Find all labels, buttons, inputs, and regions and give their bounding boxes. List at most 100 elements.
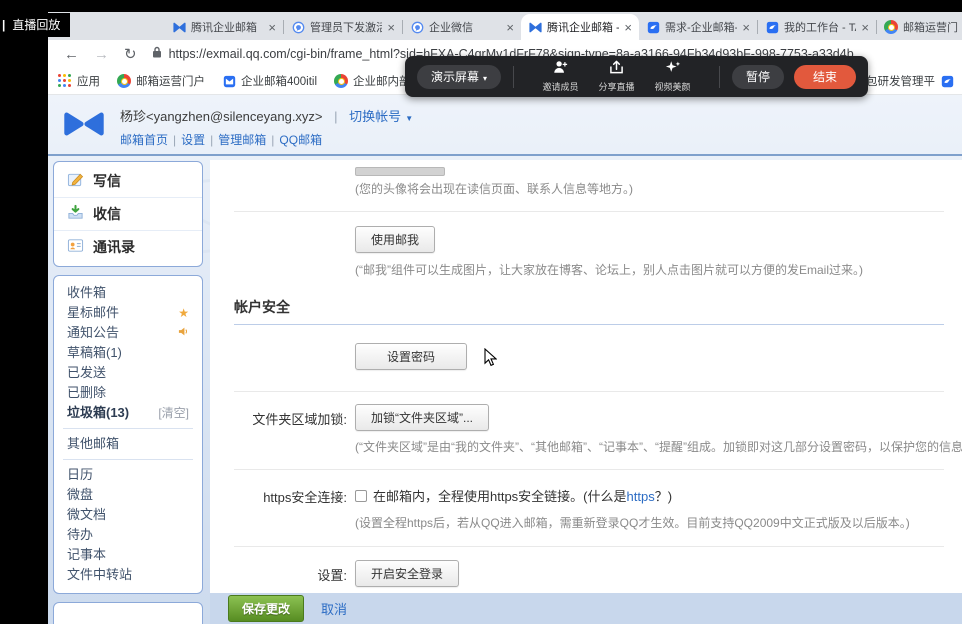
folders-box: 收件箱 星标邮件★ 通知公告 草稿箱(1) 已发送 已删除 垃圾箱(13)[清空…	[53, 275, 203, 594]
tab-close-icon[interactable]: ×	[861, 21, 869, 34]
sidebar-item-contacts[interactable]: 通讯录	[54, 230, 202, 263]
forward-button[interactable]: →	[94, 47, 109, 62]
section-title-account-security: 帐户安全	[234, 297, 944, 325]
sidebar-item-drafts[interactable]: 草稿箱(1)	[54, 343, 202, 363]
tab-close-icon[interactable]: ×	[506, 21, 514, 34]
invite-members-button[interactable]: 邀请成员	[542, 60, 578, 93]
tab-mail-portal[interactable]: 邮箱运营门	[877, 14, 962, 40]
sidebar: 写信 收信 通讯录 收件箱 星标邮件★	[53, 161, 203, 624]
refresh-button[interactable]: ↻	[124, 47, 137, 62]
page-body: 写信 收信 通讯录 收件箱 星标邮件★	[48, 158, 962, 624]
cancel-link[interactable]: 取消	[321, 599, 347, 618]
chrome-colored-icon	[117, 74, 131, 88]
sidebar-item-calendar[interactable]: 日历	[54, 465, 202, 485]
sidebar-item-file-transfer[interactable]: 文件中转站	[54, 565, 202, 585]
back-button[interactable]: ←	[64, 47, 79, 62]
portal-favicon	[884, 20, 898, 34]
what-is-https-link[interactable]: https	[627, 489, 655, 504]
use-mailme-button[interactable]: 使用邮我	[355, 226, 435, 253]
tab-wecom-activation[interactable]: 管理员下发激活码 ×	[284, 14, 402, 40]
mailme-note: (“邮我”组件可以生成图片，让大家放在博客、论坛上，别人点击图片就可以方便的发E…	[355, 261, 962, 278]
bookmark-label: 应用	[77, 73, 100, 89]
nav-settings[interactable]: 设置	[181, 133, 205, 147]
tab-tapd-requirement[interactable]: 需求-企业邮箱-TA ×	[639, 14, 757, 40]
speaker-icon	[178, 324, 189, 342]
bookmark-label: 企业邮箱400itil	[241, 73, 317, 89]
pause-button[interactable]: 暂停	[732, 65, 784, 89]
tapd-favicon	[765, 20, 779, 34]
truncated-control	[355, 167, 445, 176]
wecom-favicon	[291, 20, 305, 34]
compose-box: 写信 收信 通讯录	[53, 161, 203, 267]
sidebar-item-weidrive[interactable]: 微盘	[54, 485, 202, 505]
save-changes-button[interactable]: 保存更改	[228, 595, 304, 622]
tab-exmail-1[interactable]: 腾讯企业邮箱 ×	[165, 14, 283, 40]
nav-manage-mail[interactable]: 管理邮箱	[218, 133, 266, 147]
exmail-favicon	[222, 74, 236, 88]
sidebar-item-sent[interactable]: 已发送	[54, 363, 202, 383]
avatar-note: (您的头像将会出现在读信页面、联系人信息等地方。)	[355, 180, 962, 197]
tab-tapd-workbench[interactable]: 我的工作台 - TAP ×	[758, 14, 876, 40]
empty-spam-link[interactable]: [清空]	[158, 404, 189, 422]
padlock-icon	[152, 45, 162, 63]
tab-title: 腾讯企业邮箱 - 常	[547, 19, 619, 35]
bookmark-exmail-400[interactable]: 企业邮箱400itil	[222, 73, 317, 89]
tab-close-icon[interactable]: ×	[742, 21, 750, 34]
tapd-favicon	[940, 74, 954, 88]
present-screen-button[interactable]: 演示屏幕▾	[417, 65, 501, 89]
divider	[234, 211, 944, 212]
screen: | 直播回放 腾讯企业邮箱 × 管理员下发激活码 × 企业微信 ×	[0, 0, 962, 624]
nav-qq-mail[interactable]: QQ邮箱	[279, 133, 322, 147]
tab-close-icon[interactable]: ×	[387, 21, 395, 34]
inbox-receive-icon	[67, 204, 84, 224]
sidebar-item-other-mail[interactable]: 其他邮箱	[54, 434, 202, 454]
end-button[interactable]: 结束	[794, 65, 856, 89]
chevron-down-icon: ▼	[405, 114, 413, 123]
tab-title: 我的工作台 - TAP	[784, 19, 856, 35]
https-checkbox[interactable]	[355, 490, 367, 502]
tab-title: 邮箱运营门	[903, 19, 959, 35]
sidebar-item-receive[interactable]: 收信	[54, 197, 202, 230]
sidebar-item-notebook[interactable]: 记事本	[54, 545, 202, 565]
sidebar-item-inbox[interactable]: 收件箱	[54, 283, 202, 303]
mail-header: 杨珍<yangzhen@silenceyang.xyz> | 切换帐号▼ 邮箱首…	[48, 95, 962, 156]
bookmark-outsourcing-platform[interactable]: 外包研发管理平	[855, 73, 955, 89]
bottom-action-bar: 保存更改 取消	[210, 593, 962, 624]
divider	[234, 546, 944, 547]
tab-strip: 腾讯企业邮箱 × 管理员下发激活码 × 企业微信 × 腾讯企业邮箱 - 常 ×	[48, 12, 962, 40]
video-beauty-button[interactable]: 视频美颜	[655, 60, 691, 93]
sidebar-item-deleted[interactable]: 已删除	[54, 383, 202, 403]
set-password-button[interactable]: 设置密码	[355, 343, 467, 370]
https-label: https安全连接:	[210, 482, 355, 531]
sidebar-item-compose[interactable]: 写信	[54, 165, 202, 197]
sidebar-item-spam[interactable]: 垃圾箱(13)[清空]	[54, 403, 202, 423]
exmail-favicon	[172, 20, 186, 34]
nav-mail-home[interactable]: 邮箱首页	[120, 133, 168, 147]
sidebar-item-weidocs[interactable]: 微文档	[54, 505, 202, 525]
tapd-favicon	[646, 20, 660, 34]
user-email: 杨珍<yangzhen@silenceyang.xyz>	[120, 109, 323, 124]
lock-folder-area-button[interactable]: 加锁“文件夹区域”...	[355, 404, 489, 431]
sidebar-item-label: 收信	[93, 204, 121, 224]
tab-title: 需求-企业邮箱-TA	[665, 19, 737, 35]
sidebar-item-announcements[interactable]: 通知公告	[54, 323, 202, 343]
tab-wecom[interactable]: 企业微信 ×	[403, 14, 521, 40]
bookmark-apps[interactable]: 应用	[58, 73, 100, 89]
star-icon: ★	[178, 304, 189, 322]
switch-account-link[interactable]: 切换帐号	[349, 109, 401, 124]
tab-close-icon[interactable]: ×	[268, 21, 276, 34]
divider	[234, 469, 944, 470]
wecom-favicon	[410, 20, 424, 34]
screen-share-bar: 演示屏幕▾ 邀请成员 分享直播 视频美颜 暂停 结束	[405, 56, 868, 97]
bookmark-mail-portal[interactable]: 邮箱运营门户	[117, 73, 205, 89]
share-upload-icon	[609, 60, 624, 79]
live-replay-label: 直播回放	[12, 16, 60, 33]
sidebar-item-todo[interactable]: 待办	[54, 525, 202, 545]
enable-secure-login-button[interactable]: 开启安全登录	[355, 560, 459, 587]
tab-exmail-active[interactable]: 腾讯企业邮箱 - 常 ×	[521, 14, 639, 40]
sidebar-item-starred[interactable]: 星标邮件★	[54, 303, 202, 323]
share-live-button[interactable]: 分享直播	[598, 60, 634, 93]
tab-close-icon[interactable]: ×	[624, 21, 632, 34]
live-replay-badge: | 直播回放	[0, 13, 70, 37]
sidebar-item-label: 写信	[93, 171, 121, 191]
